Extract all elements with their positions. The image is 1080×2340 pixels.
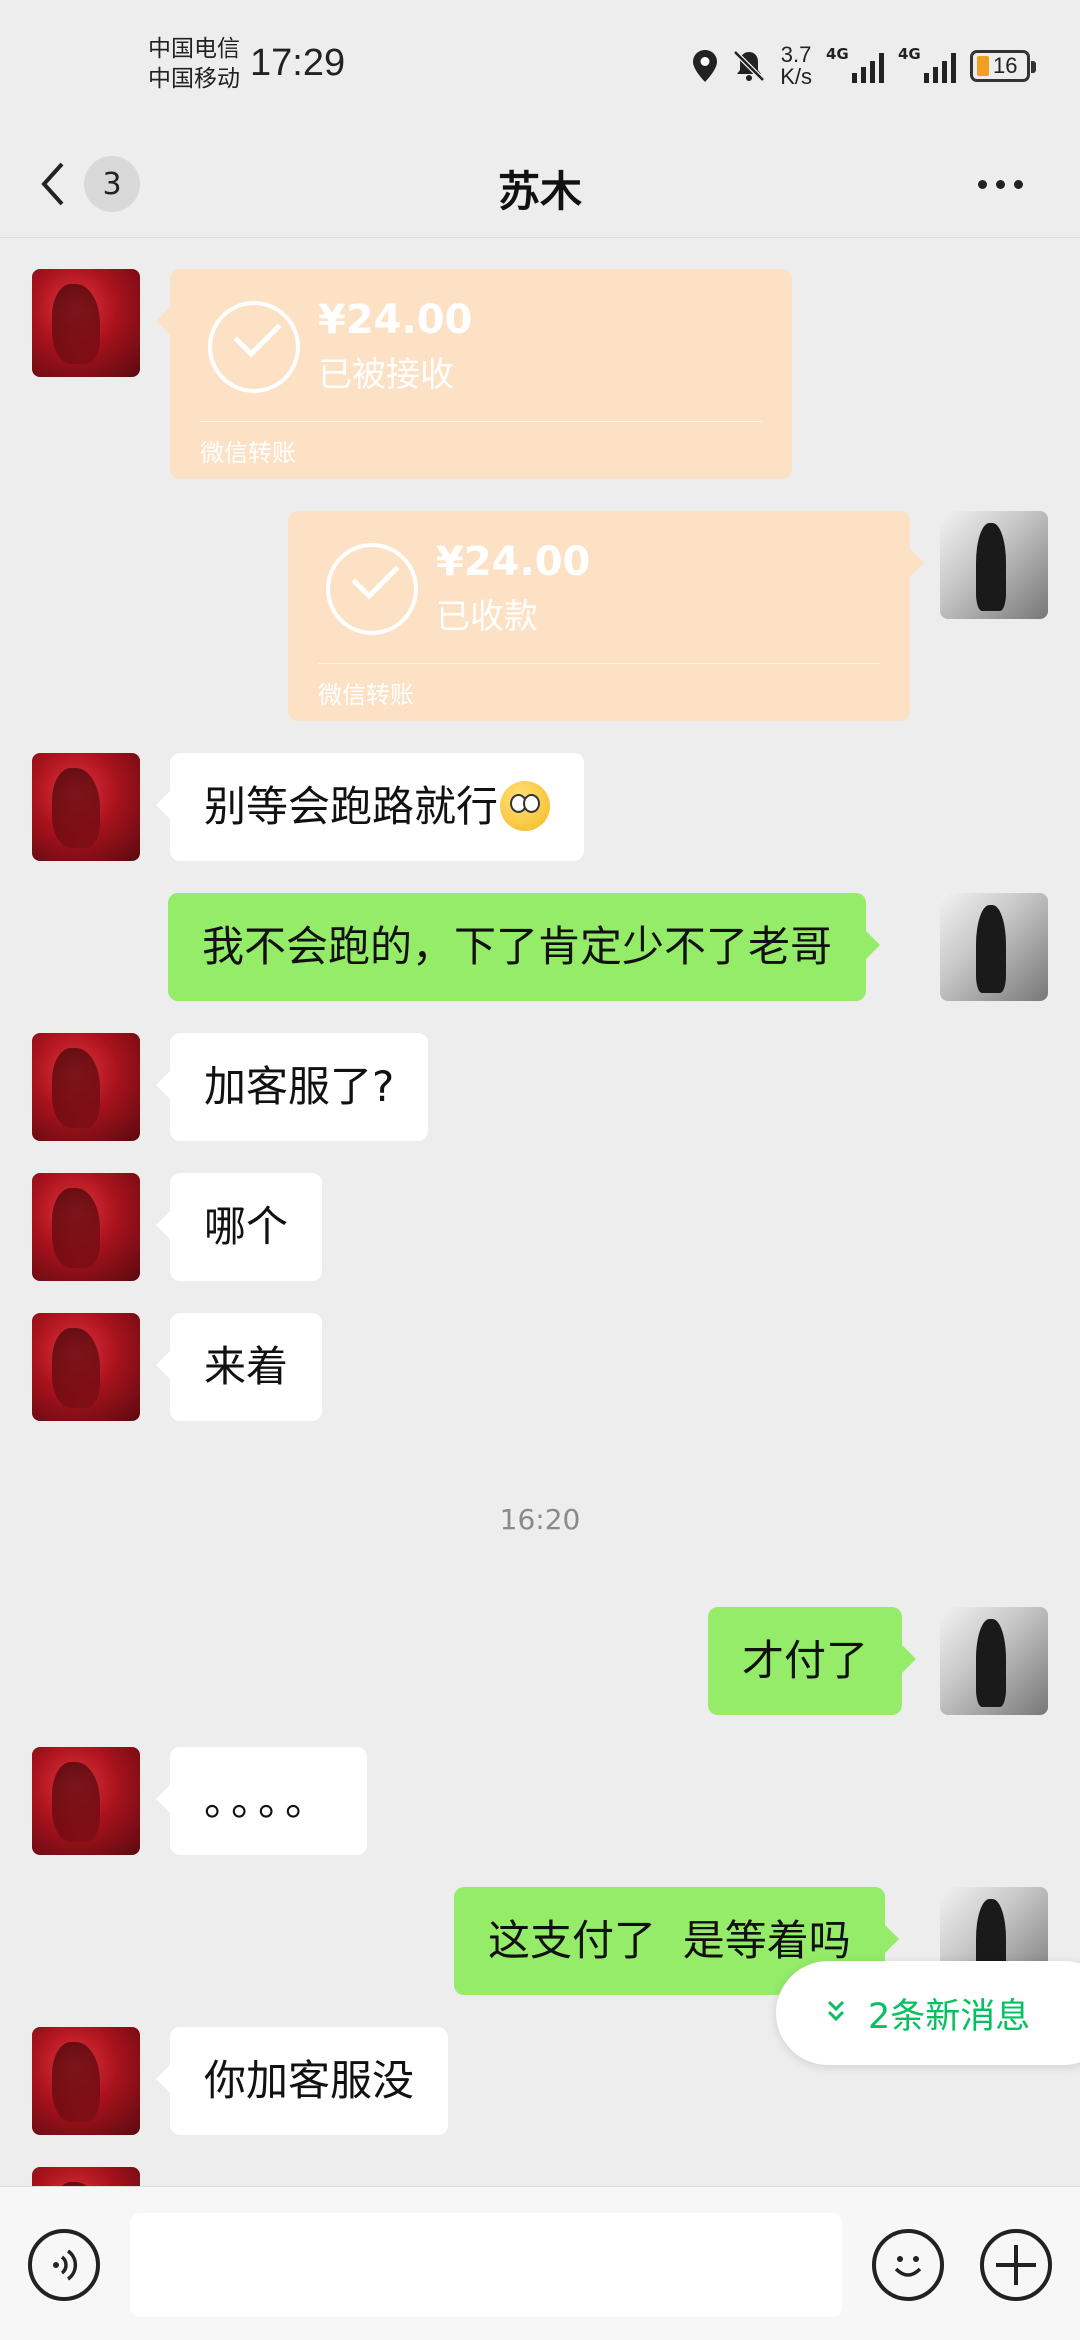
transfer-footer: 微信转账 [318, 681, 414, 709]
contact-avatar[interactable] [32, 753, 140, 861]
message-text: 来着 [204, 1342, 289, 1391]
signal-2-label: 4G [898, 45, 921, 63]
check-circle-icon [208, 301, 300, 393]
my-avatar[interactable] [940, 893, 1048, 1001]
location-icon [693, 50, 718, 82]
my-avatar[interactable] [940, 511, 1048, 619]
back-chevron-icon [41, 162, 64, 206]
contact-avatar[interactable] [32, 2167, 140, 2186]
transfer-card[interactable]: ¥24.00 已收款 微信转账 [288, 511, 924, 721]
new-messages-label: 2条新消息 [868, 1996, 1031, 2037]
contact-avatar[interactable] [32, 1173, 140, 1281]
transfer-amount: ¥24.00 [436, 539, 591, 585]
message-bubble[interactable]: 来着 [155, 1313, 323, 1421]
message-bubble[interactable]: 加客服了? [155, 1033, 429, 1141]
message-text: 。。。。 [204, 1776, 334, 1825]
message-input[interactable] [130, 2213, 842, 2317]
message-bubble[interactable]: 。。。。 [155, 1747, 368, 1855]
chat-title: 苏木 [497, 167, 582, 216]
carrier-1: 中国电信 [148, 36, 240, 62]
message-bubble[interactable]: 哪个 [155, 1173, 323, 1281]
voice-icon [53, 2249, 78, 2281]
contact-avatar[interactable] [32, 1033, 140, 1141]
chat-header: 3 苏木 [0, 130, 1080, 238]
message-list[interactable]: ¥24.00 已被接收 微信转账 ¥24.00 已收款 微信转账 别等会跑路就行… [0, 239, 1080, 2186]
my-avatar[interactable] [940, 1607, 1048, 1715]
message-text: 加客服了? [204, 1062, 395, 1111]
message-text: 别等会跑路就行 [204, 782, 499, 831]
divider [318, 663, 880, 664]
message-bubble[interactable]: 别等会跑路就行 [155, 753, 585, 861]
input-bar [0, 2186, 1080, 2340]
status-time: 17:29 [250, 42, 346, 84]
transfer-status: 已收款 [436, 597, 538, 637]
divider [200, 421, 762, 422]
status-bar: 中国电信 中国移动 17:29 3.7 K/s 4G 4G 16 [0, 0, 1080, 130]
net-speed-unit: K/s [780, 64, 812, 89]
mute-bell-icon [733, 50, 765, 82]
message-text: 这支付了 是等着吗 [488, 1916, 851, 1965]
network-speed: 3.7 K/s [780, 44, 812, 88]
signal-1-label: 4G [826, 45, 849, 63]
double-chevron-down-icon [826, 1997, 846, 2030]
status-icons: 3.7 K/s 4G 4G 16 [692, 38, 1036, 94]
message-bubble[interactable]: 我不会跑的，下了肯定少不了老哥 [168, 893, 881, 1001]
message-text: 你加客服没 [204, 2056, 415, 2105]
emoji-icon [894, 2256, 922, 2277]
transfer-card[interactable]: ¥24.00 已被接收 微信转账 [156, 269, 792, 479]
contact-avatar[interactable] [32, 269, 140, 377]
signal-icon: 4G [898, 45, 956, 83]
message-text: 我不会跑的，下了肯定少不了老哥 [202, 922, 833, 971]
back-button[interactable]: 3 [40, 148, 150, 220]
message-bubble[interactable]: 你加客服没 [155, 2027, 449, 2135]
transfer-footer: 微信转账 [200, 439, 296, 467]
contact-avatar[interactable] [32, 1313, 140, 1421]
message-text: 哪个 [204, 1202, 289, 1251]
contact-avatar[interactable] [32, 2027, 140, 2135]
message-bubble[interactable]: 才付了 [708, 1607, 917, 1715]
carrier-2: 中国移动 [148, 66, 240, 92]
contact-avatar[interactable] [32, 1747, 140, 1855]
transfer-amount: ¥24.00 [318, 297, 473, 343]
voice-button[interactable] [28, 2229, 100, 2301]
more-button[interactable] [970, 154, 1030, 214]
time-separator: 16:20 [499, 1503, 581, 1536]
new-messages-button[interactable]: 2条新消息 [776, 1961, 1080, 2065]
battery-level: 16 [993, 53, 1018, 78]
net-speed-value: 3.7 [780, 42, 812, 67]
plus-button[interactable] [980, 2229, 1052, 2301]
plus-icon-vertical [1014, 2245, 1018, 2285]
battery-icon: 16 [970, 50, 1036, 82]
signal-icon: 4G [826, 45, 884, 83]
transfer-status: 已被接收 [318, 355, 454, 395]
emoji-button[interactable] [872, 2229, 944, 2301]
unread-badge: 3 [84, 156, 140, 212]
more-dots-icon [977, 179, 987, 189]
message-text: 才付了 [742, 1636, 869, 1685]
carrier-info: 中国电信 中国移动 [148, 34, 240, 94]
check-circle-icon [326, 543, 418, 635]
flushed-face-emoji [500, 780, 551, 831]
